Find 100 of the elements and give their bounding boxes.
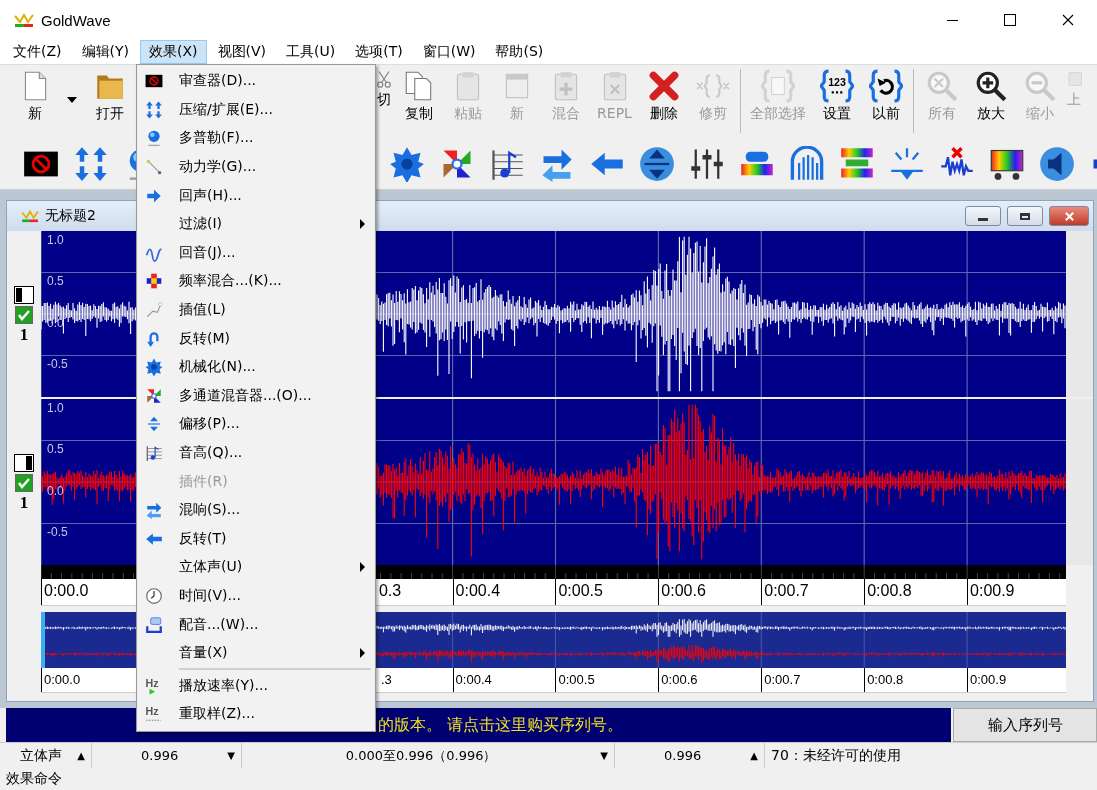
- status-value: 立体声: [19, 746, 63, 765]
- restore-button[interactable]: [1007, 206, 1043, 226]
- undo-icon: [868, 69, 903, 103]
- menu-item[interactable]: Hz 播放速率(Y)...: [137, 671, 375, 701]
- speaker-icon[interactable]: [1039, 145, 1075, 182]
- close-icon: [1062, 14, 1074, 26]
- status-hint: 效果命令: [6, 770, 62, 788]
- menu-item[interactable]: 反转(M): [137, 324, 375, 353]
- menu-item[interactable]: 窗口(W): [413, 40, 485, 64]
- menu-item[interactable]: 时间(V)...: [137, 581, 375, 611]
- toolbar-button[interactable]: 切: [374, 65, 394, 135]
- time-label: 0:00.5: [558, 581, 603, 601]
- pinwheel-icon: [145, 386, 163, 405]
- toolbar-button[interactable]: 打开: [85, 65, 134, 135]
- menu-item[interactable]: 过滤(I): [137, 209, 375, 239]
- menu-item[interactable]: 反转(T): [137, 524, 375, 554]
- arch-icon[interactable]: [789, 145, 825, 182]
- time-label: 0:00.8: [867, 581, 912, 601]
- status-value: 70：未经许可的使用: [770, 746, 902, 765]
- menu-item[interactable]: 立体声(U): [137, 553, 375, 582]
- close-icon: [1063, 210, 1075, 222]
- time-label: 0:00.7: [764, 581, 809, 601]
- serial-number-button[interactable]: 输入序列号: [953, 708, 1097, 742]
- toolbar-button[interactable]: 新: [10, 65, 59, 135]
- menu-item[interactable]: 回声(H)...: [137, 181, 375, 210]
- axis-label: 0.5: [47, 274, 64, 289]
- menu-item[interactable]: 工具(U): [277, 40, 345, 64]
- arrow-toggle[interactable]: ▲: [750, 750, 758, 761]
- up-down-arrows-icon[interactable]: [73, 145, 109, 182]
- menu-item[interactable]: 视图(V): [208, 40, 276, 64]
- menu-item[interactable]: 多通道混音器...(O)...: [137, 381, 375, 411]
- menu-item[interactable]: 混响(S)...: [137, 495, 375, 525]
- status-value: 0.996: [663, 748, 703, 763]
- time-label: 0:00.4: [455, 671, 492, 689]
- time-label: 0:00.9: [970, 581, 1015, 601]
- clock-icon: [145, 587, 163, 605]
- status-value: 0.000至0.996（0.996）: [344, 746, 498, 765]
- menu-item[interactable]: 审查器(D)...: [137, 67, 375, 96]
- toolbar-button[interactable]: 123 设置: [812, 65, 861, 135]
- toolbar-button[interactable]: 以前: [861, 65, 910, 135]
- speech-bubble-icon: [145, 615, 163, 634]
- menu-item[interactable]: 编辑(Y): [72, 40, 138, 64]
- window-title: GoldWave: [41, 11, 111, 29]
- arrow-toggle[interactable]: ▲: [77, 750, 85, 761]
- ball-icon: [145, 129, 163, 148]
- split-arrows-icon[interactable]: [639, 145, 675, 182]
- graph-icon: [145, 301, 163, 320]
- scissors-icon: [374, 69, 394, 89]
- delete-icon: [646, 69, 681, 103]
- arrow-toggle[interactable]: ▼: [227, 750, 235, 761]
- axis-label: -0.5: [47, 525, 68, 540]
- channel-number: 1: [19, 493, 29, 511]
- diagonal-icon: [145, 158, 163, 177]
- gear-icon: [145, 358, 163, 377]
- menu-item[interactable]: 偏移(P)...: [137, 410, 375, 439]
- selection-marker[interactable]: [41, 612, 45, 668]
- menu-item[interactable]: 频率混合...(K)...: [137, 267, 375, 296]
- document-title: 无标题2: [45, 207, 96, 225]
- axis-label: -0.5: [47, 357, 68, 372]
- menu-item[interactable]: 文件(Z): [4, 40, 71, 64]
- channel-indicator-icon: [14, 285, 34, 304]
- menu-item[interactable]: 动力学(G)...: [137, 152, 375, 182]
- swap-arrows-icon: [145, 501, 163, 520]
- time-label: 0:00.8: [867, 671, 904, 689]
- music-note-icon: [145, 444, 163, 462]
- split-arrows-icon: [145, 415, 163, 434]
- menu-item[interactable]: 效果(X): [140, 40, 207, 64]
- gear-icon[interactable]: [389, 145, 425, 182]
- up-down-arrows-icon: [145, 100, 163, 119]
- time-label: 0:00.5: [558, 671, 595, 689]
- toolbar-button[interactable]: 放大: [966, 65, 1015, 135]
- menu-item[interactable]: 音高(Q)...: [137, 438, 375, 468]
- time-label: 0:00.7: [764, 671, 801, 689]
- time-label: 0:00.9: [970, 671, 1007, 689]
- menu-item[interactable]: 选项(T): [346, 40, 412, 64]
- close-button[interactable]: [1049, 206, 1089, 226]
- menu-item[interactable]: 帮助(S): [486, 40, 553, 64]
- menu-item[interactable]: 回音(J)...: [137, 238, 375, 268]
- menu-item[interactable]: 插值(L): [137, 295, 375, 325]
- status-value: 0.996: [140, 748, 180, 763]
- channel-number: 1: [19, 325, 29, 343]
- arrow-toggle[interactable]: ▼: [600, 750, 608, 761]
- menu-item[interactable]: 配音...(W)...: [137, 610, 375, 639]
- menu-item[interactable]: 多普勒(F)...: [137, 124, 375, 153]
- menu-item[interactable]: 压缩/扩展(E)...: [137, 95, 375, 125]
- menu-item[interactable]: 机械化(N)...: [137, 352, 375, 382]
- time-label: .3: [380, 671, 392, 689]
- app-logo-icon: [21, 209, 39, 223]
- dropdown-caret-icon[interactable]: [67, 97, 77, 103]
- spark-icon[interactable]: [889, 145, 925, 182]
- axis-label: 0.5: [47, 442, 64, 457]
- axis-label: 1.0: [47, 400, 64, 415]
- channel-indicator-icon: [14, 453, 34, 472]
- minimize-button[interactable]: [965, 206, 1001, 226]
- toolbar-button[interactable]: 复制: [394, 65, 443, 135]
- time-label: 0:00.0: [44, 671, 81, 689]
- toolbar-button[interactable]: 删除: [639, 65, 688, 135]
- menu-item[interactable]: 音量(X): [137, 638, 375, 668]
- app-logo-icon: [14, 12, 34, 28]
- time-label: 0:00.6: [661, 581, 706, 601]
